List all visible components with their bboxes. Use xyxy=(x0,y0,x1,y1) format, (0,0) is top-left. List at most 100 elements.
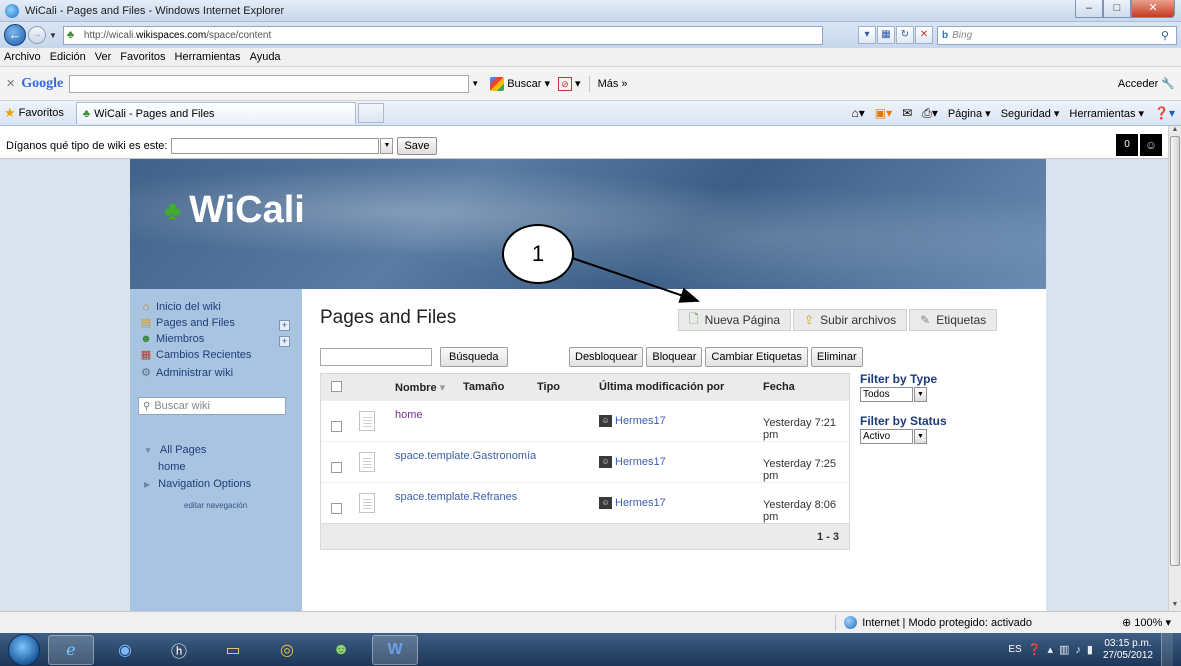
file-name-link[interactable]: home xyxy=(395,409,423,421)
search-icon[interactable]: ⚲ xyxy=(1154,29,1176,42)
files-search-input[interactable] xyxy=(320,348,432,366)
network-icon[interactable]: ▥ xyxy=(1059,643,1069,656)
show-desktop-button[interactable] xyxy=(1161,633,1173,666)
edit-navigation-link[interactable]: editar navegación xyxy=(184,501,247,510)
pagina-menu[interactable]: Página ▾ xyxy=(948,107,991,120)
menu-favoritos[interactable]: Favoritos xyxy=(120,51,165,63)
upload-files-button[interactable]: ⇪ Subir archivos xyxy=(793,309,908,331)
wiki-search-input[interactable]: ⚲ Buscar wiki xyxy=(138,397,286,415)
close-toolbar-icon[interactable]: ✕ xyxy=(6,77,15,90)
back-button[interactable]: ← xyxy=(4,24,26,46)
hp-icon[interactable]: ⓗ xyxy=(156,635,202,665)
rss-feed-icon[interactable]: ▣▾ xyxy=(875,106,892,120)
mail-icon[interactable]: ✉ xyxy=(902,106,912,120)
ie-taskbar-icon[interactable]: ℯ xyxy=(48,634,94,665)
help-icon[interactable]: ❓▾ xyxy=(1154,106,1175,120)
counter-value[interactable]: 0 xyxy=(1116,134,1138,156)
search-button[interactable]: Búsqueda xyxy=(440,347,508,367)
chrome-icon[interactable]: ◎ xyxy=(264,635,310,665)
save-button[interactable]: Save xyxy=(397,136,437,155)
address-dropdown-icon[interactable]: ▾ xyxy=(858,26,876,44)
new-page-button[interactable]: 🗋 Nueva Página xyxy=(678,309,792,331)
expand-pages-icon[interactable]: + xyxy=(279,320,290,331)
filter-type-select[interactable]: Todos ▼ xyxy=(860,387,947,402)
sidebar-item-pages-and-files[interactable]: ▤ Pages and Files xyxy=(140,317,235,329)
google-acceder-button[interactable]: Acceder 🔧 xyxy=(1118,77,1175,90)
word-icon[interactable]: W xyxy=(372,634,418,665)
scroll-up-icon[interactable]: ▲ xyxy=(1169,126,1181,136)
signal-icon[interactable]: ▮ xyxy=(1087,643,1093,656)
tab-wicali[interactable]: ♣ WiCali - Pages and Files xyxy=(75,102,356,124)
zoom-level[interactable]: ⊕ 100% ▾ xyxy=(1122,616,1171,629)
scroll-down-icon[interactable]: ▼ xyxy=(1169,601,1181,611)
author-link[interactable]: ☺ Hermes17 xyxy=(599,497,666,509)
media-player-icon[interactable]: ◉ xyxy=(102,635,148,665)
sidebar-home-link[interactable]: home xyxy=(158,461,186,473)
compatibility-view-icon[interactable]: ▦ xyxy=(877,26,895,44)
google-search-dropdown-icon[interactable]: ▼ xyxy=(468,75,482,93)
bing-search-field[interactable]: b Bing ⚲ xyxy=(937,25,1177,45)
navigation-options-toggle[interactable]: ▶ Navigation Options xyxy=(144,478,251,490)
user-avatar-icon[interactable]: ☺ xyxy=(1140,134,1162,156)
select-all-checkbox[interactable] xyxy=(331,381,342,392)
popup-blocker-button[interactable]: ⊘ ▾ xyxy=(558,76,581,91)
google-search-input[interactable] xyxy=(69,74,470,93)
row-checkbox[interactable] xyxy=(331,503,342,514)
file-name-link[interactable]: space.template.Refranes xyxy=(395,491,517,503)
folder-icon[interactable]: ▭ xyxy=(210,635,256,665)
column-type-header[interactable]: Tipo xyxy=(537,381,560,393)
tags-button[interactable]: ✎ Etiquetas xyxy=(909,309,998,331)
home-icon[interactable]: ⌂▾ xyxy=(852,106,865,120)
scrollbar-thumb[interactable] xyxy=(1170,136,1180,566)
menu-archivo[interactable]: Archivo xyxy=(4,51,41,63)
row-checkbox[interactable] xyxy=(331,462,342,473)
history-dropdown-icon[interactable]: ▼ xyxy=(49,31,57,40)
start-button[interactable] xyxy=(8,633,40,666)
row-checkbox[interactable] xyxy=(331,421,342,432)
column-name-header[interactable]: Nombre ▾ xyxy=(395,381,445,394)
security-zone[interactable]: Internet | Modo protegido: activado xyxy=(844,616,1032,629)
arrow-up-tray-icon[interactable]: ▴ xyxy=(1047,643,1053,656)
google-more-button[interactable]: Más » xyxy=(598,78,628,90)
menu-herramientas[interactable]: Herramientas xyxy=(175,51,241,63)
volume-icon[interactable]: ♪ xyxy=(1075,644,1081,656)
author-link[interactable]: ☺ Hermes17 xyxy=(599,415,666,427)
favorites-button[interactable]: Favoritos xyxy=(19,107,64,119)
language-indicator[interactable]: ES xyxy=(1008,644,1021,655)
column-date-header[interactable]: Fecha xyxy=(763,381,795,393)
wiki-logo[interactable]: ♣ WiCali xyxy=(164,189,305,232)
lock-button[interactable]: Bloquear xyxy=(646,347,703,367)
column-modified-by-header[interactable]: Última modificación por xyxy=(599,381,724,393)
vertical-scrollbar[interactable]: ▲ ▼ xyxy=(1168,126,1181,611)
sidebar-item-miembros[interactable]: ☻ Miembros xyxy=(140,333,204,345)
expand-members-icon[interactable]: + xyxy=(279,336,290,347)
sidebar-item-cambios-recientes[interactable]: ▦ Cambios Recientes xyxy=(140,349,252,361)
favorites-star-icon[interactable]: ★ xyxy=(4,105,16,121)
google-buscar-button[interactable]: Buscar ▾ xyxy=(490,76,550,91)
minimize-button[interactable]: – xyxy=(1075,0,1103,18)
all-pages-toggle[interactable]: ▼ All Pages xyxy=(144,444,206,456)
help-tray-icon[interactable]: ❓ xyxy=(1028,643,1042,656)
author-link[interactable]: ☺ Hermes17 xyxy=(599,456,666,468)
herramientas-menu[interactable]: Herramientas ▾ xyxy=(1069,107,1144,120)
wiki-type-input[interactable] xyxy=(171,137,380,154)
maximize-button[interactable]: □ xyxy=(1103,0,1131,18)
address-field[interactable]: ♣ http://wicali.wikispaces.com/space/con… xyxy=(62,25,823,45)
sidebar-item-administrar[interactable]: ⚙ Administrar wiki xyxy=(140,367,233,379)
refresh-icon[interactable]: ↻ xyxy=(896,26,914,44)
new-tab-button[interactable] xyxy=(357,103,384,123)
stop-icon[interactable]: ✕ xyxy=(915,26,933,44)
print-icon[interactable]: ⎙▾ xyxy=(922,106,938,121)
menu-ver[interactable]: Ver xyxy=(95,51,112,63)
menu-edicion[interactable]: Edición xyxy=(50,51,86,63)
filter-status-select[interactable]: Activo ▼ xyxy=(860,429,947,444)
seguridad-menu[interactable]: Seguridad ▾ xyxy=(1001,107,1060,120)
delete-button[interactable]: Eliminar xyxy=(810,347,863,367)
file-name-link[interactable]: space.template.Gastronomía xyxy=(395,450,536,462)
menu-ayuda[interactable]: Ayuda xyxy=(250,51,281,63)
forward-button[interactable]: → xyxy=(28,26,46,44)
wiki-type-dropdown-icon[interactable]: ▼ xyxy=(380,137,394,154)
close-button[interactable]: ✕ xyxy=(1131,0,1175,18)
sidebar-item-inicio[interactable]: ⌂ Inicio del wiki xyxy=(140,301,221,313)
change-tags-button[interactable]: Cambiar Etiquetas xyxy=(705,347,808,367)
